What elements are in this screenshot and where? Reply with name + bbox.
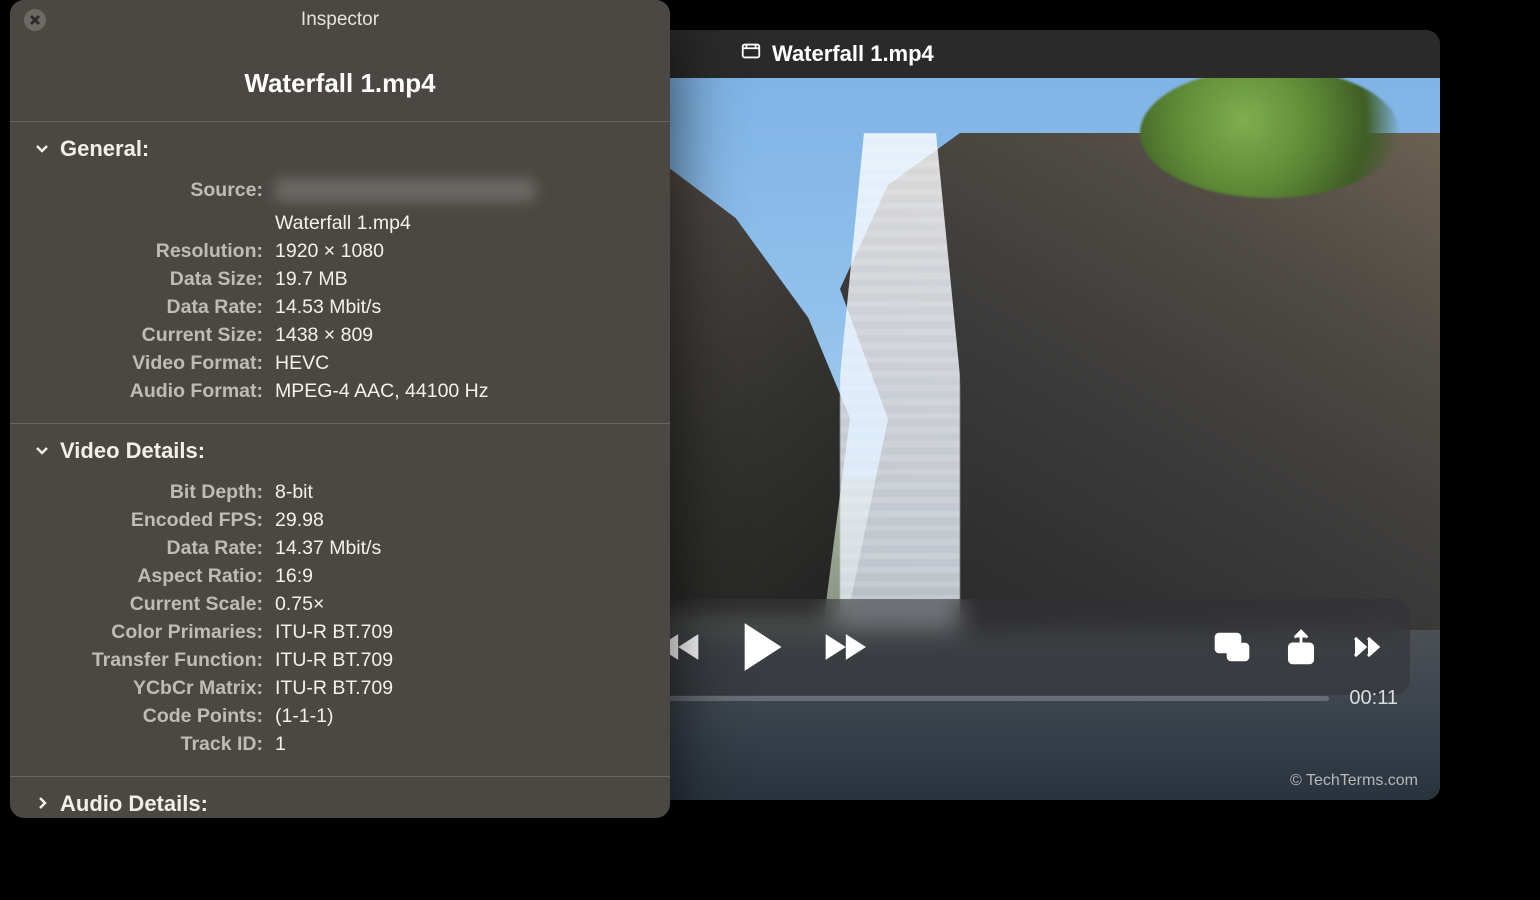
section-video-details-title: Video Details:: [60, 438, 205, 464]
label-aspect-ratio: Aspect Ratio:: [10, 565, 275, 588]
label-ycbcr-matrix: YCbCr Matrix:: [10, 677, 275, 700]
value-resolution: 1920 × 1080: [275, 240, 670, 263]
watermark-text: © TechTerms.com: [1290, 772, 1418, 790]
row-track-id: Track ID: 1: [10, 730, 670, 758]
label-current-size: Current Size:: [10, 324, 275, 347]
row-current-size: Current Size: 1438 × 809: [10, 321, 670, 349]
row-color-primaries: Color Primaries: ITU-R BT.709: [10, 618, 670, 646]
value-video-format: HEVC: [275, 352, 670, 375]
value-aspect-ratio: 16:9: [275, 565, 670, 588]
label-track-id: Track ID:: [10, 733, 275, 756]
section-audio-details-title: Audio Details:: [60, 791, 208, 817]
row-code-points: Code Points: (1-1-1): [10, 702, 670, 730]
value-data-size: 19.7 MB: [275, 268, 670, 291]
row-audio-format: Audio Format: MPEG-4 AAC, 44100 Hz: [10, 377, 670, 405]
more-actions-button[interactable]: [1352, 634, 1382, 660]
row-bit-depth: Bit Depth: 8-bit: [10, 478, 670, 506]
inspector-titlebar[interactable]: Inspector: [10, 0, 670, 40]
value-color-primaries: ITU-R BT.709: [275, 621, 670, 644]
row-aspect-ratio: Aspect Ratio: 16:9: [10, 562, 670, 590]
value-transfer-function: ITU-R BT.709: [275, 649, 670, 672]
row-data-rate: Data Rate: 14.53 Mbit/s: [10, 293, 670, 321]
chevron-down-icon: [34, 136, 50, 162]
row-current-scale: Current Scale: 0.75×: [10, 590, 670, 618]
picture-in-picture-button[interactable]: [1214, 631, 1250, 663]
share-button[interactable]: [1286, 629, 1316, 665]
section-video-details-body: Bit Depth: 8-bit Encoded FPS: 29.98 Data…: [10, 474, 670, 776]
label-source: Source:: [10, 179, 275, 207]
label-transfer-function: Transfer Function:: [10, 649, 275, 672]
chevron-down-icon: [34, 438, 50, 464]
inspector-title: Inspector: [10, 9, 670, 31]
value-track-id: 1: [275, 733, 670, 756]
row-video-data-rate: Data Rate: 14.37 Mbit/s: [10, 534, 670, 562]
value-source-redacted: [275, 179, 535, 201]
value-ycbcr-matrix: ITU-R BT.709: [275, 677, 670, 700]
label-audio-format: Audio Format:: [10, 380, 275, 403]
inspector-filename: Waterfall 1.mp4: [10, 40, 670, 121]
value-video-data-rate: 14.37 Mbit/s: [275, 537, 670, 560]
value-data-rate: 14.53 Mbit/s: [275, 296, 670, 319]
fast-forward-button[interactable]: [822, 629, 866, 665]
play-button[interactable]: [738, 621, 786, 673]
label-video-data-rate: Data Rate:: [10, 537, 275, 560]
label-resolution: Resolution:: [10, 240, 275, 263]
label-bit-depth: Bit Depth:: [10, 481, 275, 504]
row-video-format: Video Format: HEVC: [10, 349, 670, 377]
row-source: Source:: [10, 176, 670, 209]
value-source-filename: Waterfall 1.mp4: [275, 212, 670, 235]
section-audio-details-header[interactable]: Audio Details:: [10, 777, 670, 818]
player-title-filename: Waterfall 1.mp4: [772, 41, 934, 67]
label-code-points: Code Points:: [10, 705, 275, 728]
row-ycbcr-matrix: YCbCr Matrix: ITU-R BT.709: [10, 674, 670, 702]
row-resolution: Resolution: 1920 × 1080: [10, 237, 670, 265]
label-data-rate: Data Rate:: [10, 296, 275, 319]
label-encoded-fps: Encoded FPS:: [10, 509, 275, 532]
value-current-scale: 0.75×: [275, 593, 670, 616]
value-encoded-fps: 29.98: [275, 509, 670, 532]
section-video-details-header[interactable]: Video Details:: [10, 424, 670, 474]
time-remaining: 00:11: [1349, 687, 1410, 710]
label-color-primaries: Color Primaries:: [10, 621, 275, 644]
label-data-size: Data Size:: [10, 268, 275, 291]
value-code-points: (1-1-1): [275, 705, 670, 728]
section-general-title: General:: [60, 136, 149, 162]
progress-slider[interactable]: [630, 696, 1329, 701]
section-general-header[interactable]: General:: [10, 122, 670, 172]
section-general-body: Source: Waterfall 1.mp4 Resolution: 1920…: [10, 172, 670, 423]
playback-progress-row: 00:11: [630, 681, 1410, 715]
row-encoded-fps: Encoded FPS: 29.98: [10, 506, 670, 534]
value-audio-format: MPEG-4 AAC, 44100 Hz: [275, 380, 670, 403]
inspector-window: Inspector Waterfall 1.mp4 General: Sourc…: [10, 0, 670, 818]
close-button[interactable]: [24, 9, 46, 31]
row-transfer-function: Transfer Function: ITU-R BT.709: [10, 646, 670, 674]
value-current-size: 1438 × 809: [275, 324, 670, 347]
chevron-right-icon: [34, 791, 50, 817]
video-file-icon: [740, 40, 762, 68]
row-source-line2: Waterfall 1.mp4: [10, 209, 670, 237]
label-current-scale: Current Scale:: [10, 593, 275, 616]
value-bit-depth: 8-bit: [275, 481, 670, 504]
video-frame-waterfall: [840, 133, 960, 673]
label-video-format: Video Format:: [10, 352, 275, 375]
row-data-size: Data Size: 19.7 MB: [10, 265, 670, 293]
